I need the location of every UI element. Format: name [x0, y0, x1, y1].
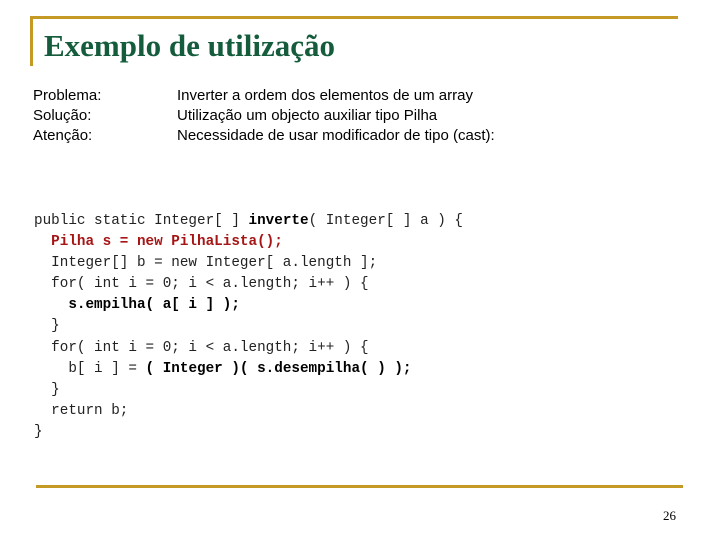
- info-value: Necessidade de usar modificador de tipo …: [177, 127, 495, 144]
- slide-title: Exemplo de utilização: [44, 28, 336, 63]
- info-value: Utilização um objecto auxiliar tipo Pilh…: [177, 107, 438, 124]
- page-number: 26: [663, 508, 676, 523]
- code-line: for( int i = 0; i < a.length; i++ ) {: [34, 339, 369, 356]
- method-name: inverte: [248, 213, 309, 229]
- code-line: }: [34, 318, 60, 335]
- code-text: public static Integer[ ]: [34, 213, 249, 229]
- code-line-bold: s.empilha( a[ i ] );: [34, 297, 240, 314]
- code-line: return b;: [34, 402, 129, 419]
- info-label: Atenção:: [33, 127, 93, 144]
- code-line: }: [34, 381, 60, 398]
- info-value: Inverter a ordem dos elementos de um arr…: [177, 87, 473, 104]
- code-block: public static Integer[ ] inverte( Intege…: [34, 211, 463, 443]
- info-label: Problema:: [33, 87, 102, 104]
- info-label: Solução:: [33, 107, 92, 124]
- code-text: ( Integer[ ] a ) {: [308, 213, 463, 229]
- code-line: for( int i = 0; i < a.length; i++ ) {: [34, 276, 369, 293]
- left-rule: [30, 16, 33, 66]
- code-line: }: [34, 423, 43, 440]
- bottom-rule: [36, 485, 683, 488]
- cast-expression: ( Integer )( s.desempilha( ) );: [145, 360, 412, 377]
- code-line: public static Integer[ ] inverte( Intege…: [34, 211, 463, 232]
- code-line: Integer[] b = new Integer[ a.length ];: [34, 255, 378, 272]
- code-line: b[ i ] = ( Integer )( s.desempilha( ) );: [34, 359, 463, 380]
- code-text: b[ i ] =: [34, 360, 146, 377]
- code-line-highlight: Pilha s = new PilhaLista();: [34, 234, 283, 251]
- top-rule: [30, 16, 678, 19]
